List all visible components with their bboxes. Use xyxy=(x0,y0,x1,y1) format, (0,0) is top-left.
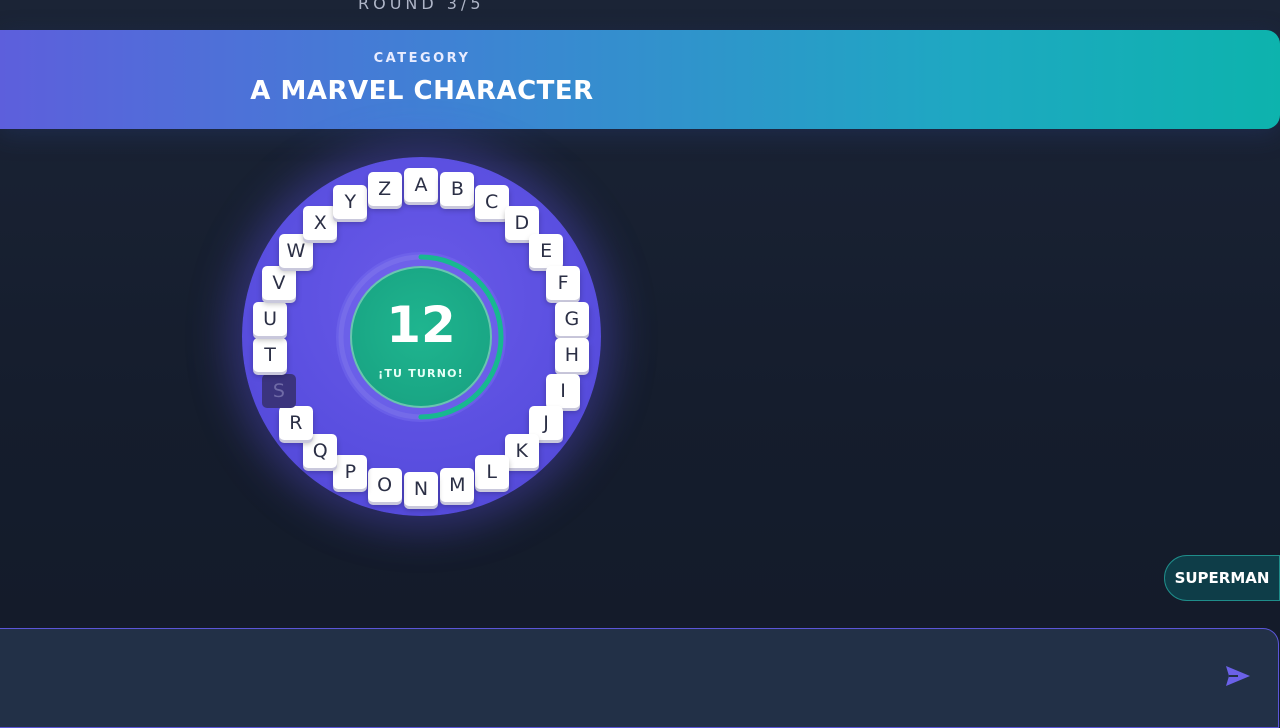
letter-tile-k[interactable]: K xyxy=(504,433,539,468)
category-title: A MARVEL CHARACTER xyxy=(250,76,594,106)
letter-tile-s: S xyxy=(261,373,296,408)
letter-tile-e[interactable]: E xyxy=(529,233,564,268)
letter-tile-b[interactable]: B xyxy=(440,172,475,207)
letter-tile-p[interactable]: P xyxy=(333,454,368,489)
turn-indicator: ¡TU TURNO! xyxy=(378,367,464,380)
letter-tile-h[interactable]: H xyxy=(554,338,589,373)
letter-tile-c[interactable]: C xyxy=(474,185,509,220)
answer-input[interactable] xyxy=(20,640,1204,712)
letter-tile-m[interactable]: M xyxy=(440,467,475,502)
letter-tile-g[interactable]: G xyxy=(554,301,589,336)
letter-tile-o[interactable]: O xyxy=(367,467,402,502)
letter-tile-z[interactable]: Z xyxy=(367,172,402,207)
letter-tile-x[interactable]: X xyxy=(303,206,338,241)
send-icon xyxy=(1226,666,1250,686)
letter-tile-n[interactable]: N xyxy=(404,472,438,506)
letter-tile-v[interactable]: V xyxy=(261,266,296,301)
letter-tile-r[interactable]: R xyxy=(278,406,313,441)
letter-tile-u[interactable]: U xyxy=(253,301,288,336)
send-button[interactable] xyxy=(1218,656,1258,696)
letter-tile-a[interactable]: A xyxy=(404,168,438,202)
letter-tile-i[interactable]: I xyxy=(546,373,581,408)
guess-chip: SUPERMAN xyxy=(1164,555,1280,601)
round-indicator: ROUND 3/5 xyxy=(358,0,485,13)
letter-tile-f[interactable]: F xyxy=(546,266,581,301)
timer-countdown: 12 xyxy=(386,296,456,354)
letter-tile-t[interactable]: T xyxy=(253,338,288,373)
letter-tile-l[interactable]: L xyxy=(474,454,509,489)
letter-tile-y[interactable]: Y xyxy=(333,185,368,220)
category-kicker: CATEGORY xyxy=(373,51,471,66)
